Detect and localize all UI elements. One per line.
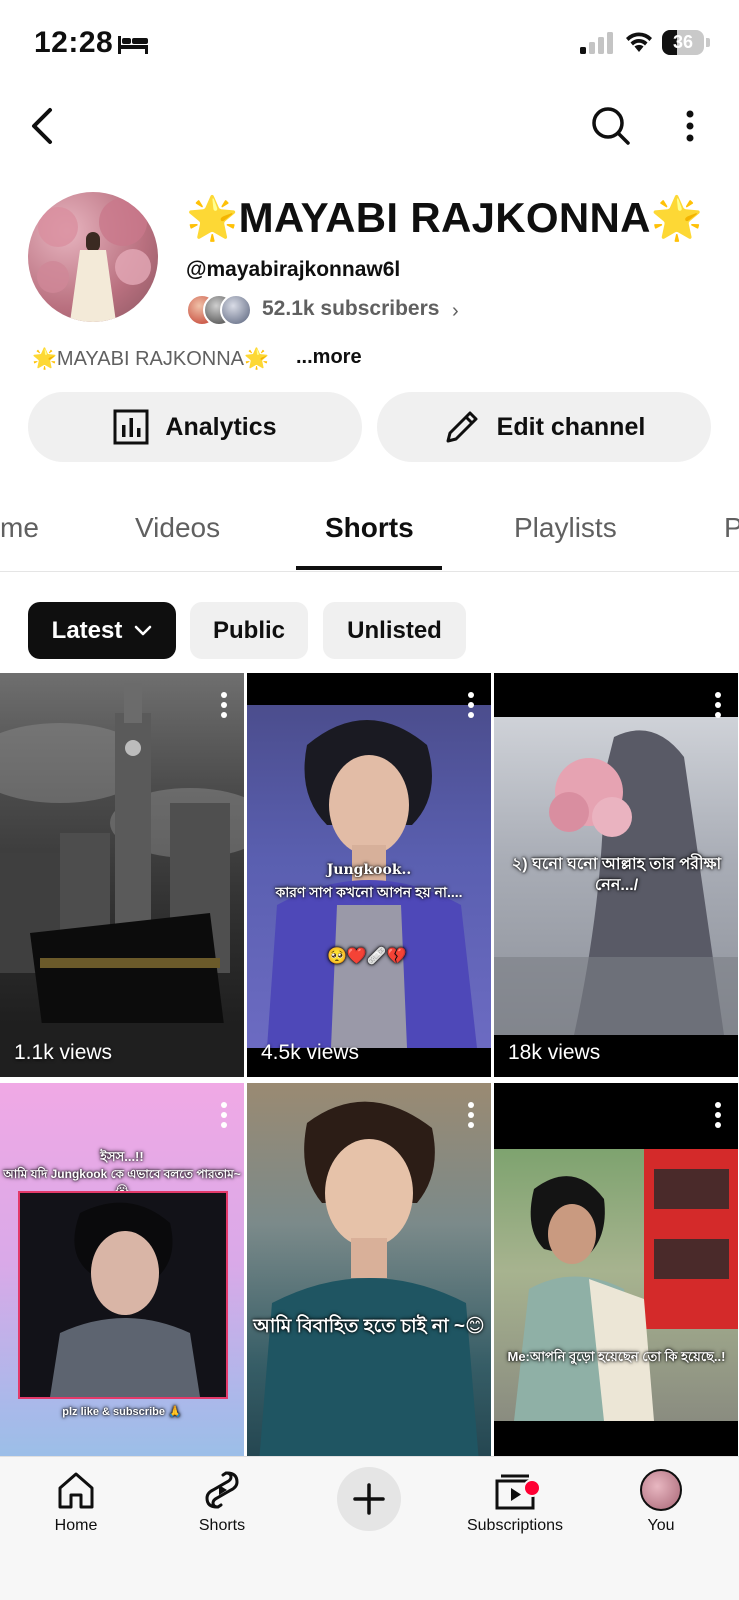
shorts-icon — [205, 1471, 239, 1509]
view-count: 18k views — [508, 1041, 601, 1064]
cellular-signal-icon — [580, 32, 613, 54]
active-tab-indicator — [296, 566, 442, 570]
nav-subscriptions-label: Subscriptions — [466, 1517, 564, 1534]
tab-posts[interactable]: P — [724, 512, 739, 544]
short-caption: আমি বিবাহিত হতে চাই না ~😊 — [253, 1316, 485, 1337]
more-vertical-icon — [686, 110, 694, 142]
channel-description[interactable]: 🌟MAYABI RAJKONNA🌟 — [32, 346, 269, 371]
person-image-icon — [257, 1101, 481, 1487]
short-caption: Me:আপনি বুড়ো হয়েছেন তো কি হয়েছে..! — [507, 1349, 726, 1364]
subscriber-count[interactable]: 52.1k subscribers — [262, 297, 439, 321]
nav-home-label: Home — [54, 1517, 98, 1534]
nav-shorts-label: Shorts — [198, 1517, 246, 1534]
edit-channel-label: Edit channel — [496, 412, 646, 441]
filter-latest-chip[interactable]: Latest — [28, 602, 176, 659]
filter-unlisted-chip[interactable]: Unlisted — [323, 602, 466, 659]
channel-avatar[interactable] — [28, 192, 158, 322]
more-vertical-icon[interactable] — [712, 1101, 724, 1129]
battery-level: 36 — [672, 32, 694, 52]
nav-shorts[interactable]: Shorts — [162, 1469, 282, 1535]
sleep-mode-icon — [118, 36, 148, 54]
short-thumbnail[interactable]: Me:আপনি বুড়ো হয়েছেন তো কি হয়েছে..! — [494, 1083, 738, 1487]
nav-home[interactable]: Home — [16, 1469, 136, 1535]
profile-avatar — [640, 1469, 682, 1511]
back-button[interactable] — [22, 102, 62, 150]
nav-you-label: You — [647, 1517, 675, 1534]
more-vertical-icon[interactable] — [465, 691, 477, 719]
bottom-navigation: Home Shorts Subscriptions You — [0, 1456, 739, 1600]
mecca-image-icon — [0, 683, 244, 1077]
short-caption-footer: plz like & subscribe 🙏 — [62, 1406, 182, 1418]
view-count: 4.5k views — [261, 1041, 360, 1064]
analytics-label: Analytics — [165, 412, 277, 441]
plus-icon — [353, 1483, 385, 1515]
more-options-button[interactable] — [670, 102, 710, 150]
search-button[interactable] — [588, 102, 634, 150]
pencil-icon — [446, 411, 478, 443]
thumbnail-image — [18, 1191, 228, 1399]
thumbnail-image: ২) ঘনো ঘনো আল্লাহ তার পরীক্ষা নেন.../ — [494, 717, 738, 1035]
channel-handle: @mayabirajkonnaw6l — [186, 258, 401, 281]
analytics-button[interactable]: Analytics — [28, 392, 362, 462]
tab-shorts[interactable]: Shorts — [325, 512, 414, 544]
nav-you[interactable]: You — [601, 1469, 721, 1535]
short-thumbnail[interactable]: 1.1k views — [0, 673, 244, 1077]
short-thumbnail[interactable]: ইসস...!! আমি যদি Jungkook কে এভাবে বলতে … — [0, 1083, 244, 1487]
tab-home[interactable]: me — [0, 512, 39, 544]
filter-latest-label: Latest — [51, 616, 123, 644]
chevron-right-icon[interactable]: › — [452, 300, 459, 323]
short-caption-title: Jungkook.. — [326, 862, 412, 878]
search-icon — [592, 107, 630, 145]
thumbnail-image: Me:আপনি বুড়ো হয়েছেন তো কি হয়েছে..! — [494, 1149, 738, 1421]
edit-channel-button[interactable]: Edit channel — [377, 392, 711, 462]
avatar-image-icon — [37, 198, 151, 322]
battery-cap — [706, 38, 710, 47]
notification-dot — [523, 1479, 541, 1497]
status-time: 12:28 — [34, 26, 114, 59]
analytics-icon — [113, 409, 149, 445]
tab-videos[interactable]: Videos — [135, 512, 220, 544]
filter-public-chip[interactable]: Public — [190, 602, 308, 659]
create-button[interactable] — [337, 1467, 401, 1531]
more-vertical-icon[interactable] — [218, 1101, 230, 1129]
back-arrow-icon — [32, 108, 52, 144]
person-image-icon — [50, 1202, 200, 1397]
chevron-down-icon — [135, 625, 152, 635]
short-thumbnail[interactable]: আমি বিবাহিত হতে চাই না ~😊 — [247, 1083, 491, 1487]
description-more-link[interactable]: ...more — [296, 346, 362, 369]
subscriber-avatar — [220, 294, 252, 326]
channel-tabs: me Videos Shorts Playlists P — [0, 490, 739, 572]
nav-subscriptions[interactable]: Subscriptions — [455, 1469, 575, 1535]
short-emoji: 🥺❤️🩹💔 — [327, 948, 407, 965]
more-vertical-icon[interactable] — [465, 1101, 477, 1129]
thumbnail-image: Jungkook.. কারণ সাপ কখনো আপন হয় না.... … — [247, 705, 491, 1048]
battery-indicator: 36 — [662, 30, 704, 55]
wifi-icon — [626, 32, 652, 52]
status-bar: 12:28 36 — [0, 0, 739, 88]
short-caption: কারণ সাপ কখনো আপন হয় না.... — [275, 884, 463, 900]
view-count: 1.1k views — [14, 1041, 113, 1064]
more-vertical-icon[interactable] — [218, 691, 230, 719]
channel-name: 🌟MAYABI RAJKONNA🌟 — [186, 194, 704, 241]
girl-bus-image-icon — [514, 1149, 738, 1421]
tab-playlists[interactable]: Playlists — [514, 512, 617, 544]
more-vertical-icon[interactable] — [712, 691, 724, 719]
home-icon — [58, 1472, 94, 1509]
short-caption: ২) ঘনো ঘনো আল্লাহ তার পরীক্ষা নেন.../ — [511, 856, 722, 894]
short-thumbnail[interactable]: ২) ঘনো ঘনো আল্লাহ তার পরীক্ষা নেন.../ 18… — [494, 673, 738, 1077]
subscriber-avatars[interactable] — [186, 294, 252, 326]
short-caption-title: ইসস...!! — [100, 1149, 144, 1164]
short-thumbnail[interactable]: Jungkook.. কারণ সাপ কখনো আপন হয় না.... … — [247, 673, 491, 1077]
